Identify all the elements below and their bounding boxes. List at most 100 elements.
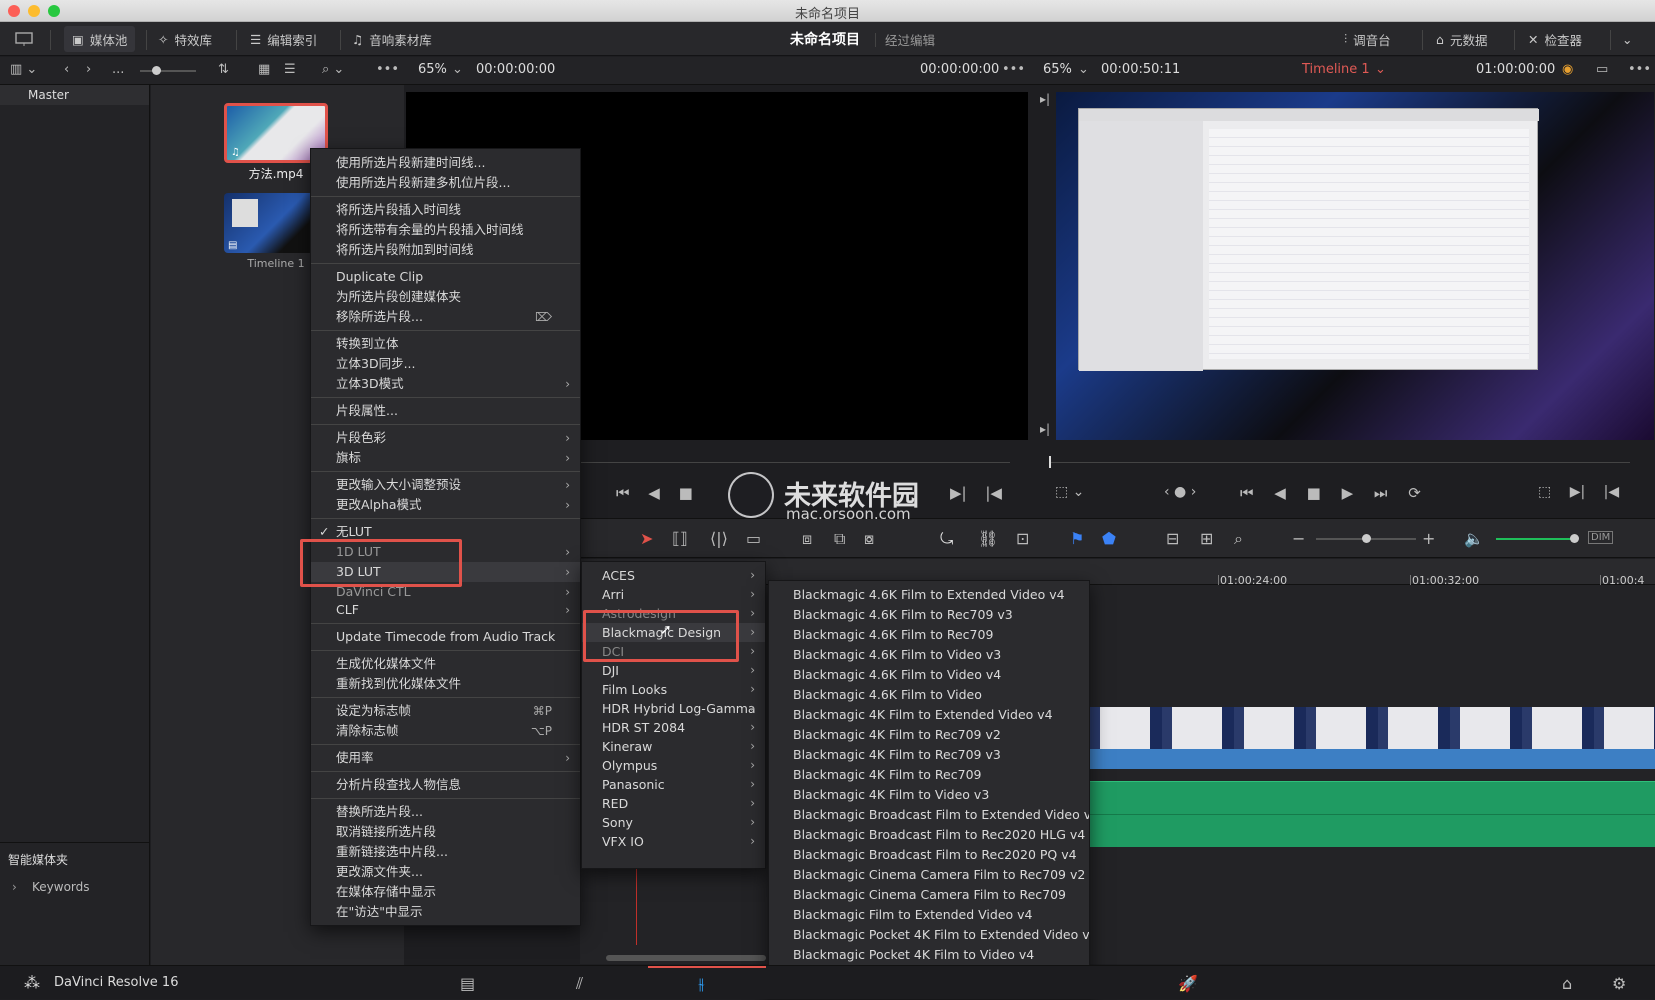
- context-menu-item[interactable]: 重新链接选中片段...: [311, 842, 580, 862]
- marker-icon[interactable]: ⬟: [1102, 529, 1116, 548]
- tab-effects-library[interactable]: ✧ 特效库: [158, 22, 212, 56]
- timeline-scrubber[interactable]: [1050, 462, 1630, 463]
- context-menu-item[interactable]: 转换到立体: [311, 334, 580, 354]
- color-wheel-icon[interactable]: ◉: [1562, 62, 1573, 77]
- mark-out-icon[interactable]: ▸|: [1040, 422, 1050, 436]
- selection-arrow-icon[interactable]: ➤: [640, 529, 653, 548]
- timeline-extra-controls[interactable]: ⬚ ▶| |◀: [1538, 484, 1619, 500]
- monitor-icon[interactable]: [14, 22, 34, 56]
- lut-file-item[interactable]: Blackmagic 4K Film to Rec709: [769, 765, 1089, 785]
- lut-file-item[interactable]: Blackmagic Pocket 4K Film to Video v4: [769, 945, 1089, 965]
- context-menu-item[interactable]: 移除所选片段... ⌦: [311, 307, 580, 327]
- context-menu-item[interactable]: 立体3D模式 ›: [311, 374, 580, 394]
- video-clip[interactable]: [1090, 749, 1655, 769]
- context-menu-item[interactable]: 清除标志帧 ⌥P: [311, 721, 580, 741]
- lut-file-item[interactable]: Blackmagic 4.6K Film to Video: [769, 685, 1089, 705]
- tab-sound-library[interactable]: ♫ 音响素材库: [352, 22, 432, 56]
- timeline-zoom[interactable]: 65%: [1043, 62, 1072, 77]
- context-menu-item[interactable]: 重新找到优化媒体文件: [311, 674, 580, 694]
- lut-file-item[interactable]: Blackmagic 4.6K Film to Video v3: [769, 645, 1089, 665]
- zoom-in-icon[interactable]: +: [1422, 529, 1435, 548]
- keywords-bin[interactable]: Keywords: [32, 880, 90, 894]
- context-menu-item[interactable]: 使用所选片段新建时间线...: [311, 153, 580, 173]
- lut-file-item[interactable]: Blackmagic 4.6K Film to Rec709 v3: [769, 605, 1089, 625]
- lut-file-item[interactable]: Blackmagic 4K Film to Video v3: [769, 785, 1089, 805]
- more-icon[interactable]: •••: [376, 62, 399, 77]
- chevron-right-icon[interactable]: ›: [12, 880, 17, 894]
- lut-file-item[interactable]: Blackmagic 4K Film to Rec709 v3: [769, 745, 1089, 765]
- lut-file-item[interactable]: Blackmagic 4K Film to Rec709 v2: [769, 725, 1089, 745]
- lut-vendor-item[interactable]: HDR Hybrid Log-Gamma ›: [582, 699, 765, 718]
- blade-icon[interactable]: ▭: [746, 529, 761, 548]
- context-menu-item[interactable]: 分析片段查找人物信息: [311, 775, 580, 795]
- context-menu-item[interactable]: 立体3D同步...: [311, 354, 580, 374]
- lut-file-item[interactable]: Blackmagic Broadcast Film to Extended Vi…: [769, 805, 1089, 825]
- lut-vendor-item[interactable]: Film Looks ›: [582, 680, 765, 699]
- volume-icon[interactable]: 🔈: [1464, 529, 1484, 548]
- context-menu-item[interactable]: Duplicate Clip: [311, 267, 580, 287]
- media-page-icon[interactable]: ▤: [460, 974, 475, 993]
- insert-clip-icon[interactable]: ⧈: [802, 529, 812, 549]
- timeline-viewer[interactable]: [1056, 92, 1654, 440]
- list-view-icon[interactable]: ☰: [284, 62, 296, 77]
- tab-inspector[interactable]: ✕ 检查器: [1528, 22, 1582, 56]
- snapping-icon[interactable]: ⤿: [940, 529, 953, 549]
- lut-vendor-item[interactable]: Sony ›: [582, 813, 765, 832]
- zoom-full-icon[interactable]: ⊟: [1166, 529, 1179, 548]
- dynamic-trim-icon[interactable]: ⟨|⟩: [710, 529, 728, 548]
- lut-vendor-item[interactable]: DJI ›: [582, 661, 765, 680]
- timeline-transport-controls[interactable]: ⏮ ◀ ■ ▶ ⏭ ⟳: [1240, 484, 1421, 502]
- tab-mixer[interactable]: ⫶ 调音台: [1344, 22, 1391, 56]
- lut-file-item[interactable]: Blackmagic 4K Film to Extended Video v4: [769, 705, 1089, 725]
- path-ellipsis[interactable]: ...: [112, 62, 124, 77]
- lut-file-item[interactable]: Blackmagic 4.6K Film to Rec709: [769, 625, 1089, 645]
- context-menu-item[interactable]: Update Timecode from Audio Track: [311, 627, 580, 647]
- context-menu-item[interactable]: 将所选片段附加到时间线: [311, 240, 580, 260]
- panel-toggle-icon[interactable]: ▥ ⌄: [10, 62, 37, 77]
- playhead-marker[interactable]: [1049, 456, 1051, 468]
- link-icon[interactable]: ⛓: [978, 529, 998, 548]
- context-menu-item[interactable]: 旗标 ›: [311, 448, 580, 468]
- volume-slider[interactable]: [1496, 534, 1579, 543]
- expand-icon[interactable]: ⌄: [1622, 22, 1632, 56]
- audio-clip[interactable]: [1090, 781, 1655, 847]
- source-transport-controls-right[interactable]: ▶| |◀: [950, 484, 1002, 502]
- context-menu-item[interactable]: 将所选片段插入时间线: [311, 200, 580, 220]
- context-menu-item[interactable]: 生成优化媒体文件: [311, 654, 580, 674]
- thumb-size-slider[interactable]: [140, 66, 196, 75]
- context-menu-item[interactable]: 替换所选片段...: [311, 802, 580, 822]
- lut-vendor-item[interactable]: RED ›: [582, 794, 765, 813]
- lut-file-item[interactable]: Blackmagic Film to Extended Video v4: [769, 905, 1089, 925]
- context-menu-item[interactable]: 使用率 ›: [311, 748, 580, 768]
- more-icon[interactable]: •••: [1002, 62, 1025, 77]
- context-menu-item[interactable]: 设定为标志帧 ⌘P: [311, 701, 580, 721]
- crop-icon[interactable]: ⬚ ⌄: [1055, 484, 1084, 500]
- replace-clip-icon[interactable]: ⧇: [864, 529, 874, 549]
- lut-vendor-item[interactable]: Arri ›: [582, 585, 765, 604]
- search-icon[interactable]: ⌕ ⌄: [322, 62, 344, 77]
- lut-vendor-item[interactable]: Kineraw ›: [582, 737, 765, 756]
- tab-edit-index[interactable]: ☰ 编辑索引: [250, 22, 317, 56]
- context-menu-item[interactable]: 将所选带有余量的片段插入时间线: [311, 220, 580, 240]
- timeline-scrollbar[interactable]: [606, 955, 766, 961]
- context-menu-item[interactable]: 在"访达"中显示: [311, 902, 580, 922]
- lut-file-item[interactable]: Blackmagic Broadcast Film to Rec2020 HLG…: [769, 825, 1089, 845]
- source-transport-controls[interactable]: ⏮ ◀ ■: [616, 484, 693, 502]
- grid-view-icon[interactable]: ▦: [258, 62, 270, 77]
- source-zoom[interactable]: 65%: [418, 62, 447, 77]
- chevron-down-icon[interactable]: ⌄: [452, 62, 463, 77]
- chevron-down-icon[interactable]: ⌄: [1078, 62, 1089, 77]
- lut-vendor-item[interactable]: Olympus ›: [582, 756, 765, 775]
- home-icon[interactable]: ⌂: [1562, 974, 1572, 993]
- context-menu-item[interactable]: 更改Alpha模式 ›: [311, 495, 580, 515]
- tab-metadata[interactable]: ⌂ 元数据: [1436, 22, 1487, 56]
- forward-icon[interactable]: ›: [86, 62, 91, 77]
- viewer-mode-icon[interactable]: ▭: [1596, 62, 1608, 77]
- lut-file-item[interactable]: Blackmagic 4.6K Film to Video v4: [769, 665, 1089, 685]
- mark-in-icon[interactable]: ▸|: [1040, 92, 1050, 106]
- context-menu-item[interactable]: 在媒体存储中显示: [311, 882, 580, 902]
- flag-icon[interactable]: ⚑: [1070, 529, 1084, 548]
- timeline-selector[interactable]: Timeline 1: [1302, 62, 1370, 77]
- lut-vendor-item[interactable]: ACES ›: [582, 566, 765, 585]
- video-clip-thumbnails[interactable]: [1090, 707, 1655, 749]
